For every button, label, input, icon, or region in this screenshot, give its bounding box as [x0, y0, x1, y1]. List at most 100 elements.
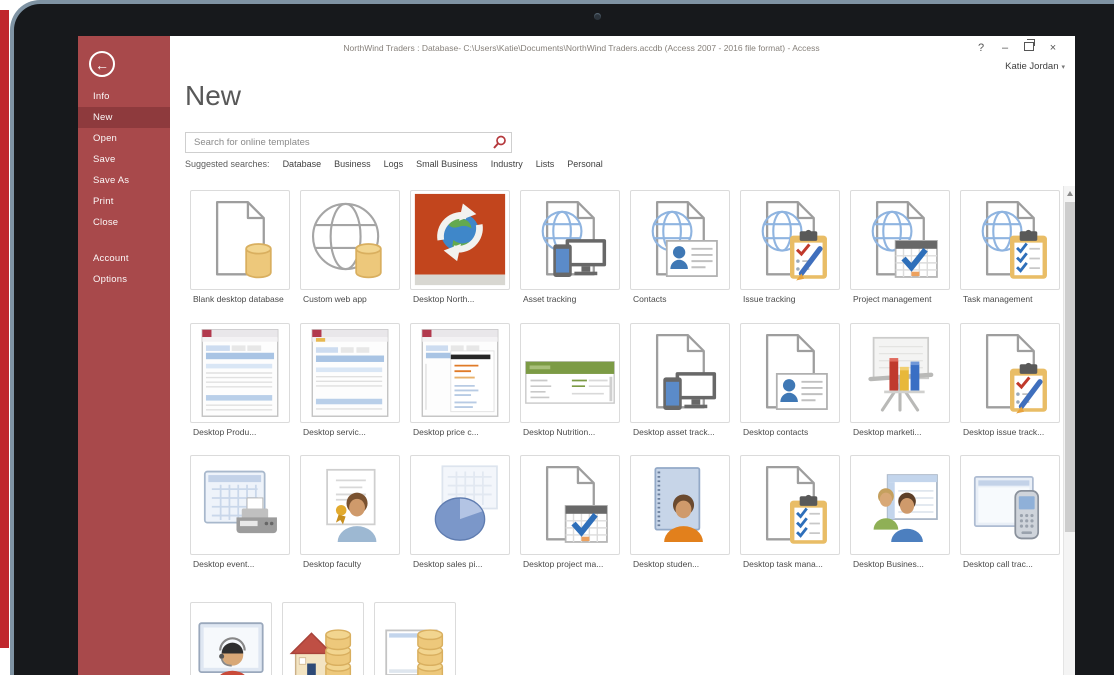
template-tile-person-headset[interactable] [190, 602, 272, 675]
sidebar-item-open[interactable]: Open [78, 128, 170, 149]
doc-contact-card-icon [740, 323, 840, 423]
template-tile-project-management[interactable]: Project management [850, 190, 950, 304]
user-account-menu[interactable]: Katie Jordan▾ [1005, 61, 1065, 72]
template-search [185, 132, 512, 153]
window-database-icon [374, 602, 456, 675]
camera-icon [594, 13, 601, 20]
app-screenshot-icon [300, 323, 400, 423]
template-tile-desktop-price[interactable]: Desktop price c... [410, 323, 510, 437]
template-tile-blank-desktop-database[interactable]: Blank desktop database [190, 190, 290, 304]
calendar-fax-icon [190, 455, 290, 555]
scroll-up-button[interactable] [1064, 186, 1075, 200]
window-phone-icon [960, 455, 1060, 555]
sidebar-item-account[interactable]: Account [78, 248, 170, 269]
sidebar-item-close[interactable]: Close [78, 212, 170, 233]
access-backstage-window: ← Info New Open Save Save As Print Close… [78, 36, 1075, 675]
person-headset-window-icon [190, 602, 272, 675]
northwind-globe-arrows-icon [410, 190, 510, 290]
template-tile-house-database[interactable] [282, 602, 364, 675]
doc-devices-icon [630, 323, 730, 423]
background-red-stripe [0, 10, 9, 648]
easel-bar-chart-icon [850, 323, 950, 423]
suggested-term-lists[interactable]: Lists [536, 159, 555, 169]
window-controls: ? – × [969, 41, 1065, 55]
restore-button[interactable] [1017, 41, 1041, 55]
search-icon[interactable] [492, 135, 507, 150]
app-screenshot-icon [190, 323, 290, 423]
suggested-term-personal[interactable]: Personal [567, 159, 603, 169]
minimize-button[interactable]: – [993, 41, 1017, 55]
suggested-term-industry[interactable]: Industry [491, 159, 523, 169]
certificate-person-icon [300, 455, 400, 555]
suggested-term-logs[interactable]: Logs [384, 159, 404, 169]
template-tile-desktop-task-management[interactable]: Desktop task mana... [740, 455, 840, 569]
web-doc-devices-icon [520, 190, 620, 290]
document-database-icon [190, 190, 290, 290]
gallery-scrollbar[interactable] [1063, 186, 1075, 675]
template-tile-desktop-students[interactable]: Desktop studen... [630, 455, 730, 569]
web-doc-contact-card-icon [630, 190, 730, 290]
template-tile-desktop-project-management[interactable]: Desktop project ma... [520, 455, 620, 569]
template-tile-desktop-nutrition[interactable]: Desktop Nutrition... [520, 323, 620, 437]
app-screenshot-form-icon [410, 323, 510, 423]
template-row: Blank desktop database Custom web app [190, 190, 1060, 304]
house-database-icon [282, 602, 364, 675]
back-arrow-icon: ← [95, 57, 109, 73]
sidebar-item-options[interactable]: Options [78, 269, 170, 290]
template-tile-asset-tracking[interactable]: Asset tracking [520, 190, 620, 304]
template-tile-desktop-services[interactable]: Desktop servic... [300, 323, 400, 437]
page-title: New [185, 80, 241, 112]
sidebar-menu: Info New Open Save Save As Print Close [78, 86, 170, 233]
template-tile-desktop-event[interactable]: Desktop event... [190, 455, 290, 569]
template-row: Desktop event... Desktop faculty [190, 455, 1060, 569]
restore-icon [1024, 42, 1034, 51]
web-doc-calendar-check-icon [850, 190, 950, 290]
doc-calendar-check-icon [520, 455, 620, 555]
suggested-term-small-business[interactable]: Small Business [416, 159, 478, 169]
sidebar-item-save-as[interactable]: Save As [78, 170, 170, 191]
sidebar-item-info[interactable]: Info [78, 86, 170, 107]
template-row: Desktop Produ... Desktop servic... [190, 323, 1060, 437]
template-tile-window-database[interactable] [374, 602, 456, 675]
suggested-label: Suggested searches: [185, 159, 270, 169]
nutrition-form-icon [520, 323, 620, 423]
triangle-up-icon [1067, 191, 1073, 196]
template-row [190, 602, 456, 675]
help-button[interactable]: ? [969, 41, 993, 55]
sidebar-item-save[interactable]: Save [78, 149, 170, 170]
web-doc-clipboard-pencil-icon [740, 190, 840, 290]
suggested-term-database[interactable]: Database [283, 159, 322, 169]
template-tile-issue-tracking[interactable]: Issue tracking [740, 190, 840, 304]
notebook-person-icon [630, 455, 730, 555]
template-tile-desktop-marketing[interactable]: Desktop marketi... [850, 323, 950, 437]
people-spreadsheet-icon [850, 455, 950, 555]
doc-checklist-icon [740, 455, 840, 555]
template-tile-contacts[interactable]: Contacts [630, 190, 730, 304]
template-tile-desktop-asset-tracking[interactable]: Desktop asset track... [630, 323, 730, 437]
template-tile-desktop-contacts[interactable]: Desktop contacts [740, 323, 840, 437]
sidebar-menu-secondary: Account Options [78, 248, 170, 290]
suggested-term-business[interactable]: Business [334, 159, 371, 169]
sidebar-item-print[interactable]: Print [78, 191, 170, 212]
backstage-sidebar: ← Info New Open Save Save As Print Close… [78, 36, 170, 675]
doc-clipboard-pencil-icon [960, 323, 1060, 423]
template-tile-task-management[interactable]: Task management [960, 190, 1060, 304]
template-tile-desktop-northwind[interactable]: Desktop North... [410, 190, 510, 304]
template-tile-desktop-call-tracking[interactable]: Desktop call trac... [960, 455, 1060, 569]
chevron-down-icon: ▾ [1061, 64, 1065, 71]
sidebar-item-new[interactable]: New [78, 107, 170, 128]
back-button[interactable]: ← [89, 51, 115, 77]
search-input[interactable] [185, 132, 512, 153]
template-tile-desktop-business[interactable]: Desktop Busines... [850, 455, 950, 569]
template-tile-desktop-sales-pipeline[interactable]: Desktop sales pi... [410, 455, 510, 569]
template-tile-desktop-product[interactable]: Desktop Produ... [190, 323, 290, 437]
template-tile-custom-web-app[interactable]: Custom web app [300, 190, 400, 304]
globe-database-icon [300, 190, 400, 290]
template-tile-desktop-issue-tracking[interactable]: Desktop issue track... [960, 323, 1060, 437]
window-title: NorthWind Traders : Database- C:\Users\K… [258, 43, 905, 53]
scrollbar-thumb[interactable] [1065, 202, 1075, 532]
pie-chart-calendar-icon [410, 455, 510, 555]
template-tile-desktop-faculty[interactable]: Desktop faculty [300, 455, 400, 569]
suggested-searches: Suggested searches: Database Business Lo… [185, 159, 603, 169]
close-button[interactable]: × [1041, 41, 1065, 55]
